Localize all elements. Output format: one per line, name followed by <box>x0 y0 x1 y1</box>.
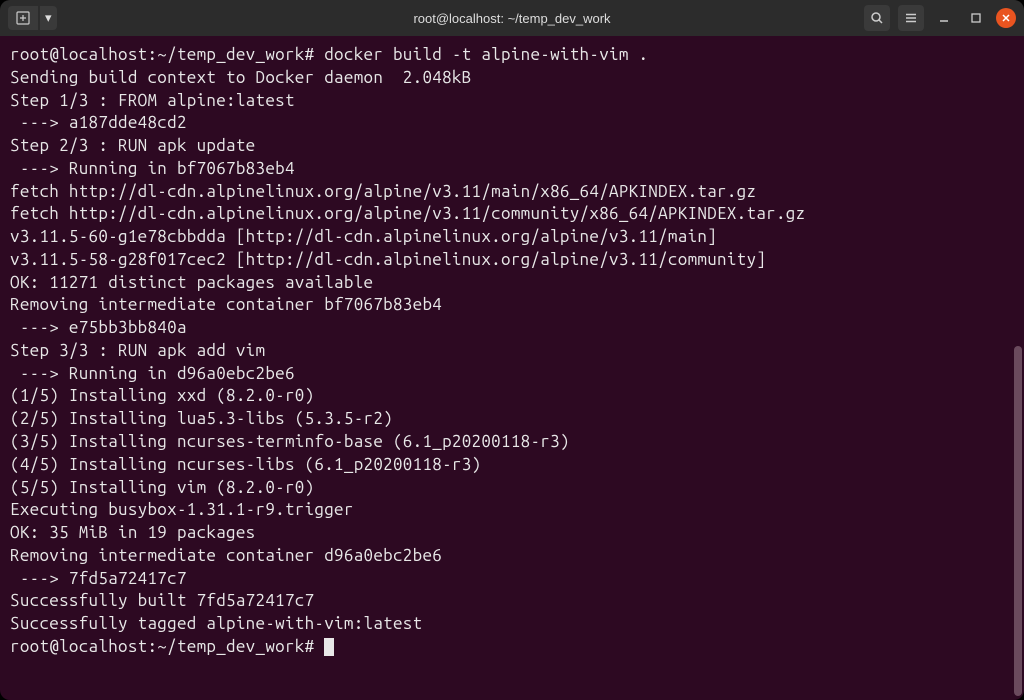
titlebar-right <box>864 5 1016 31</box>
close-button[interactable] <box>996 8 1016 28</box>
output-line: (4/5) Installing ncurses-libs (6.1_p2020… <box>10 454 1014 477</box>
output-line: ---> Running in bf7067b83eb4 <box>10 158 1014 181</box>
terminal-area[interactable]: root@localhost:~/temp_dev_work# docker b… <box>0 36 1024 700</box>
terminal-window: ▾ root@localhost: ~/temp_dev_work <box>0 0 1024 700</box>
output-line: v3.11.5-60-g1e78cbbdda [http://dl-cdn.al… <box>10 226 1014 249</box>
output-line: v3.11.5-58-g28f017cec2 [http://dl-cdn.al… <box>10 249 1014 272</box>
close-icon <box>1001 13 1011 23</box>
shell-prompt: root@localhost:~/temp_dev_work# <box>10 637 324 656</box>
output-line: Step 3/3 : RUN apk add vim <box>10 340 1014 363</box>
new-tab-dropdown[interactable]: ▾ <box>40 6 57 30</box>
menu-button[interactable] <box>898 5 924 31</box>
output-line: Step 1/3 : FROM alpine:latest <box>10 90 1014 113</box>
output-line: OK: 35 MiB in 19 packages <box>10 522 1014 545</box>
output-line: ---> a187dde48cd2 <box>10 112 1014 135</box>
cursor <box>324 638 334 656</box>
terminal-output: root@localhost:~/temp_dev_work# docker b… <box>10 44 1014 659</box>
command-text: docker build -t alpine-with-vim . <box>314 45 648 64</box>
maximize-button[interactable] <box>964 6 988 30</box>
output-line: Removing intermediate container bf7067b8… <box>10 294 1014 317</box>
output-line: ---> e75bb3bb840a <box>10 317 1014 340</box>
output-line: OK: 11271 distinct packages available <box>10 272 1014 295</box>
output-line: Executing busybox-1.31.1-r9.trigger <box>10 499 1014 522</box>
maximize-icon <box>970 12 982 24</box>
output-line: Removing intermediate container d96a0ebc… <box>10 545 1014 568</box>
minimize-icon <box>938 12 950 24</box>
window-title: root@localhost: ~/temp_dev_work <box>413 11 610 26</box>
shell-prompt: root@localhost:~/temp_dev_work# <box>10 45 314 64</box>
output-line: (1/5) Installing xxd (8.2.0-r0) <box>10 385 1014 408</box>
titlebar: ▾ root@localhost: ~/temp_dev_work <box>0 0 1024 36</box>
scrollbar-thumb[interactable] <box>1014 346 1022 696</box>
new-tab-button[interactable] <box>8 6 38 30</box>
minimize-button[interactable] <box>932 6 956 30</box>
output-line: (5/5) Installing vim (8.2.0-r0) <box>10 477 1014 500</box>
output-line: Successfully tagged alpine-with-vim:late… <box>10 613 1014 636</box>
output-line: Step 2/3 : RUN apk update <box>10 135 1014 158</box>
search-icon <box>870 11 884 25</box>
output-line: (2/5) Installing lua5.3-libs (5.3.5-r2) <box>10 408 1014 431</box>
output-line: fetch http://dl-cdn.alpinelinux.org/alpi… <box>10 181 1014 204</box>
output-line: (3/5) Installing ncurses-terminfo-base (… <box>10 431 1014 454</box>
chevron-down-icon: ▾ <box>45 10 52 26</box>
search-button[interactable] <box>864 5 890 31</box>
output-line: ---> Running in d96a0ebc2be6 <box>10 363 1014 386</box>
titlebar-left: ▾ <box>8 6 57 30</box>
output-line: Sending build context to Docker daemon 2… <box>10 67 1014 90</box>
output-line: Successfully built 7fd5a72417c7 <box>10 590 1014 613</box>
hamburger-icon <box>904 11 918 25</box>
output-line: ---> 7fd5a72417c7 <box>10 568 1014 591</box>
output-line: fetch http://dl-cdn.alpinelinux.org/alpi… <box>10 203 1014 226</box>
new-tab-icon <box>16 11 30 25</box>
